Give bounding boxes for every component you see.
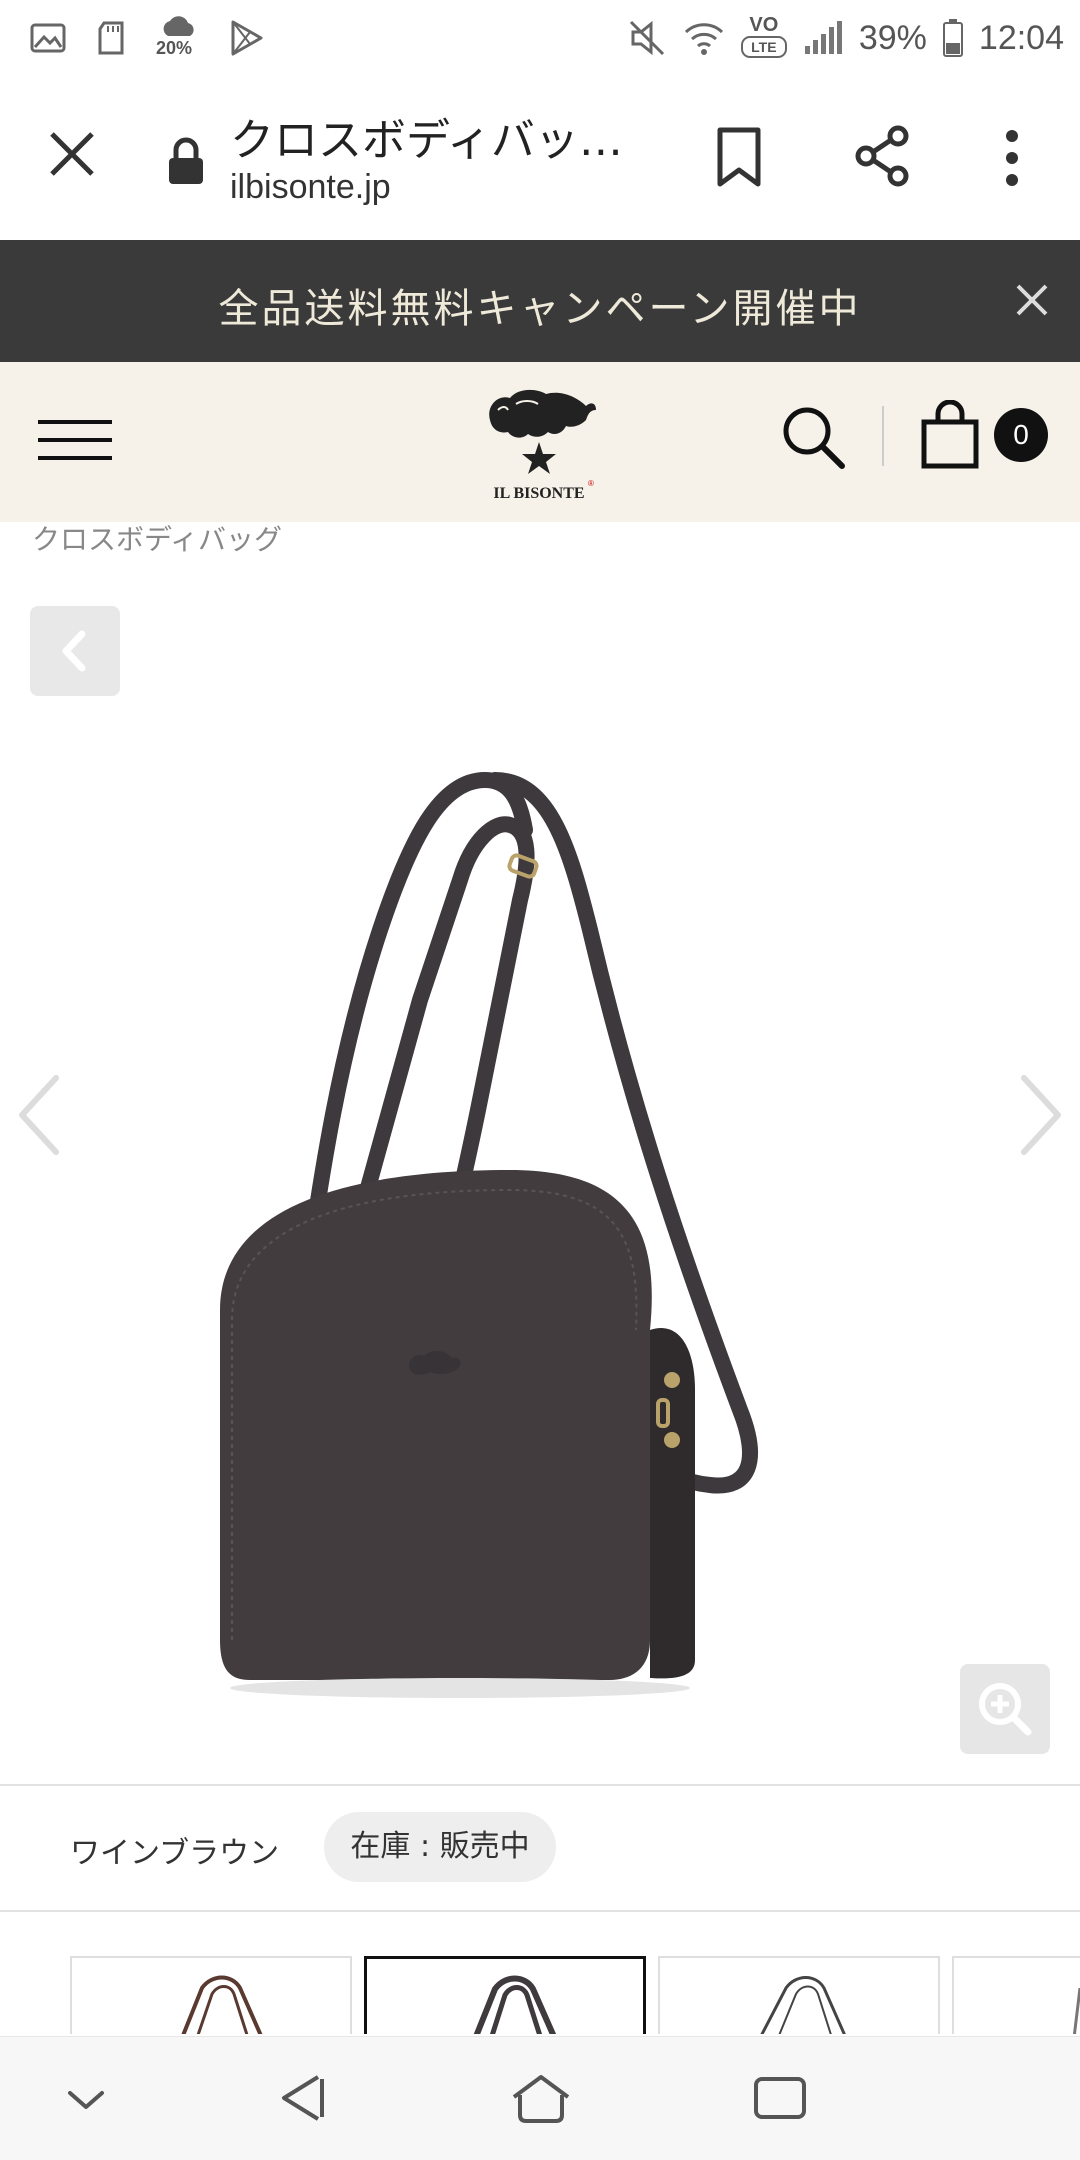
- bookmark-icon[interactable]: [714, 126, 764, 188]
- shopping-bag-icon[interactable]: [920, 400, 980, 470]
- logo-text: IL BISONTE: [493, 485, 584, 502]
- divider: [0, 1784, 1080, 1786]
- play-store-icon: [231, 20, 263, 56]
- url-text[interactable]: ilbisonte.jp: [230, 168, 391, 207]
- chevron-down-icon[interactable]: [64, 2085, 108, 2115]
- promo-text: 全品送料無料キャンペーン開催中: [218, 286, 862, 332]
- next-image-arrow[interactable]: [1012, 1070, 1068, 1160]
- prev-image-arrow[interactable]: [12, 1070, 68, 1160]
- site-header: IL BISONTE ® 0: [0, 362, 1080, 522]
- volte-bottom: LTE: [740, 36, 787, 58]
- status-bar: 20% VO LTE 39% 12:04: [0, 0, 1080, 76]
- close-icon[interactable]: [1012, 280, 1052, 320]
- weather-percent: 20%: [156, 38, 193, 58]
- thumbnail[interactable]: [70, 1956, 352, 2034]
- more-vert-icon[interactable]: [992, 128, 1032, 188]
- header-divider: [882, 406, 884, 466]
- recent-apps-icon[interactable]: [752, 2075, 808, 2121]
- volte-top: VO: [749, 14, 779, 36]
- mute-icon: [629, 20, 664, 56]
- color-name: ワインブラウン: [70, 1836, 280, 1871]
- zoom-button[interactable]: [960, 1664, 1050, 1754]
- browser-toolbar: クロスボディバッ… ilbisonte.jp: [0, 76, 1080, 240]
- share-icon[interactable]: [852, 124, 912, 188]
- gallery-icon: [30, 23, 66, 53]
- search-icon[interactable]: [778, 402, 848, 472]
- cart-count-badge[interactable]: 0: [994, 408, 1048, 462]
- wifi-icon: [684, 23, 723, 55]
- promo-banner: 全品送料無料キャンペーン開催中: [0, 240, 1080, 362]
- product-image[interactable]: [210, 630, 890, 1700]
- chevron-left-icon: [62, 630, 86, 672]
- thumbnail[interactable]: [952, 1956, 1080, 2034]
- product-gallery[interactable]: [0, 560, 1080, 1784]
- divider: [0, 1910, 1080, 1912]
- page-title: クロスボディバッ…: [230, 115, 623, 166]
- battery-icon: [942, 19, 963, 57]
- status-left: 20%: [30, 14, 264, 62]
- weather-icon: 20%: [156, 14, 200, 62]
- signal-icon: [804, 21, 842, 54]
- lock-icon: [169, 137, 203, 184]
- svg-text:®: ®: [588, 479, 594, 488]
- breadcrumb[interactable]: クロスボディバッグ: [32, 518, 282, 558]
- system-nav-bar: [0, 2036, 1080, 2160]
- status-right: VO LTE 39% 12:04: [627, 14, 1064, 62]
- stock-status-badge: 在庫 : 販売中: [324, 1812, 556, 1882]
- thumbnail-selected[interactable]: [364, 1956, 646, 2034]
- back-button[interactable]: [30, 606, 120, 696]
- home-icon[interactable]: [510, 2071, 572, 2125]
- zoom-in-icon: [979, 1683, 1032, 1736]
- volte-icon: VO LTE: [740, 14, 787, 62]
- clock: 12:04: [978, 18, 1064, 57]
- brand-logo[interactable]: IL BISONTE ®: [476, 380, 602, 506]
- battery-percent: 39%: [858, 18, 927, 57]
- back-icon[interactable]: [276, 2071, 326, 2125]
- hamburger-icon[interactable]: [38, 420, 112, 466]
- close-icon[interactable]: [44, 126, 100, 182]
- thumbnail-strip: [0, 1954, 1080, 2034]
- sd-card-icon: [98, 21, 124, 55]
- thumbnail[interactable]: [658, 1956, 940, 2034]
